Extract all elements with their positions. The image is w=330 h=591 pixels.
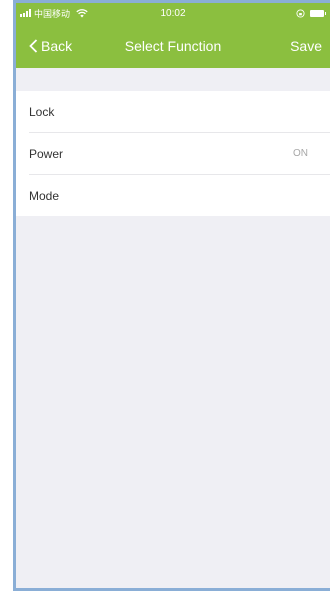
battery-icon bbox=[310, 9, 326, 17]
status-right bbox=[296, 8, 326, 18]
status-left: 中国移动 bbox=[20, 7, 88, 20]
nav-bar: Back Select Function Save bbox=[16, 23, 330, 68]
function-label: Lock bbox=[29, 104, 55, 119]
function-label: Power bbox=[29, 146, 64, 161]
page-title: Select Function bbox=[124, 37, 222, 54]
status-bar: 中国移动 10:02 bbox=[16, 3, 330, 23]
save-button[interactable]: Save bbox=[290, 38, 322, 54]
function-row-mode[interactable]: Mode bbox=[29, 175, 330, 216]
phone-screen: 中国移动 10:02 Back Select Function Save Loc… bbox=[13, 0, 330, 591]
function-row-lock[interactable]: Lock bbox=[29, 91, 330, 133]
function-row-power[interactable]: Power ON bbox=[29, 133, 330, 175]
function-list: Lock Power ON Mode bbox=[16, 91, 330, 216]
wifi-icon bbox=[76, 8, 88, 17]
orientation-lock-icon bbox=[296, 8, 305, 18]
carrier-name: 中国移动 bbox=[34, 9, 71, 20]
header: 中国移动 10:02 Back Select Function Save bbox=[16, 3, 330, 68]
signal-icon bbox=[20, 9, 31, 17]
function-label: Mode bbox=[29, 188, 60, 203]
function-value: ON bbox=[293, 148, 308, 159]
